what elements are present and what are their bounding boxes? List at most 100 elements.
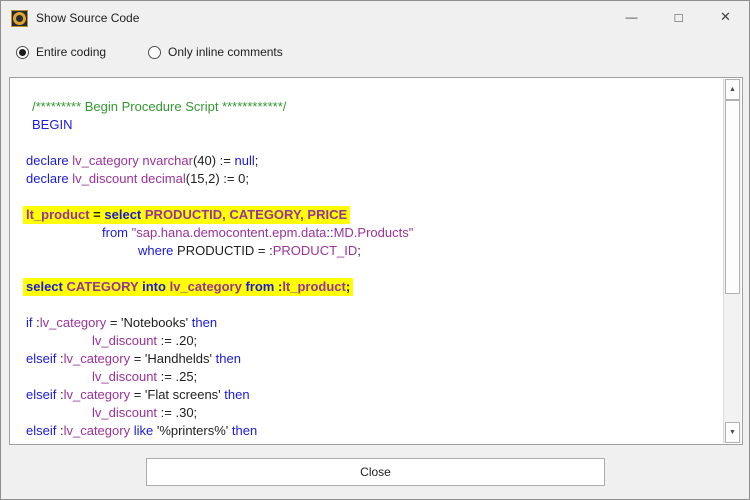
source-code-panel: /********* Begin Procedure Script ******… [9,77,743,445]
code-segment: PRODUCTID, CATEGORY, PRICE [145,207,347,222]
code-line [26,260,724,278]
scrollbar-thumb[interactable] [725,100,740,294]
code-line: lv_discount := .30; [26,404,724,422]
code-segment: from [245,279,274,294]
code-segment: select [104,207,141,222]
code-line: select CATEGORY into lv_category from :l… [26,278,724,296]
code-segment: : [56,387,63,402]
code-segment: = 'Notebooks' [106,315,192,330]
code-segment: MD.Products" [334,225,414,240]
code-segment: lv_discount [92,405,157,420]
code-segment: '%printers%' [153,423,232,438]
code-segment: : [56,351,63,366]
maximize-icon[interactable]: □ [655,1,702,33]
code-line: if :lv_category = 'Notebooks' then [26,314,724,332]
code-segment: elseif [26,423,56,438]
code-segment: lv_category [64,423,130,438]
scroll-down-icon[interactable]: ▼ [725,422,740,443]
code-segment: elseif [26,351,56,366]
code-segment: lv_discount [92,369,157,384]
code-segment: ; [255,153,259,168]
code-line: elseif :lv_category like '%printers%' th… [26,422,724,440]
code-segment: from [102,225,128,240]
code-segment: ; [346,279,350,294]
code-segment: then [224,387,249,402]
minimize-icon[interactable]: — [608,1,655,33]
code-segment: := .25; [157,369,197,384]
code-line: lt_product = select PRODUCTID, CATEGORY,… [26,206,724,224]
close-button[interactable]: Close [146,458,605,486]
code-segment: then [232,423,257,438]
code-line: elseif :lv_category = 'Handhelds' then [26,350,724,368]
highlighted-code: select CATEGORY into lv_category from :l… [23,278,353,296]
code-segment: (15,2) := 0; [186,171,249,186]
code-segment: into [142,279,166,294]
code-segment: lv_category [64,387,130,402]
radio-label-only-inline-comments: Only inline comments [168,45,283,59]
code-line: where PRODUCTID = :PRODUCT_ID; [26,242,724,260]
code-segment: = 'Flat screens' [130,387,224,402]
code-segment: := .30; [157,405,197,420]
code-segment: lv_category [170,279,242,294]
code-segment: elseif [26,387,56,402]
code-segment: CATEGORY [67,279,139,294]
code-line: declare lv_discount decimal(15,2) := 0; [26,170,724,188]
code-segment: : [33,315,40,330]
vertical-scrollbar[interactable]: ▲ ▼ [723,79,741,443]
radio-unselected-icon [148,46,161,59]
code-segment: := .20; [157,333,197,348]
window-controls: — □ ✕ [608,1,749,33]
app-logo-icon [11,10,28,27]
code-line: lv_discount := .20; [26,332,724,350]
code-line: lv_discount := .25; [26,368,724,386]
code-segment: ; [357,243,361,258]
code-segment: declare [26,171,69,186]
code-segment: nvarchar [142,153,193,168]
view-options: Entire coding Only inline comments [16,45,325,59]
code-segment: lv_discount [92,333,157,348]
code-line: BEGIN [26,116,724,134]
code-segment: PRODUCT_ID [273,243,358,258]
code-segment: PRODUCTID = : [173,243,272,258]
code-line [26,188,724,206]
code-line: elseif :lv_category = 'Flat screens' the… [26,386,724,404]
code-segment: declare [26,153,69,168]
code-line [26,296,724,314]
code-segment: (40) := [193,153,235,168]
code-segment: :: [326,225,333,240]
radio-only-inline-comments[interactable]: Only inline comments [148,45,283,59]
code-line: /********* Begin Procedure Script ******… [26,98,724,116]
code-segment: lv_discount [72,171,137,186]
code-segment: BEGIN [32,117,72,132]
code-segment: = 'Handhelds' [130,351,216,366]
code-segment: lv_category [72,153,138,168]
code-segment: null [235,153,255,168]
code-line: declare lv_category nvarchar(40) := null… [26,152,724,170]
code-segment: : [56,423,63,438]
scroll-up-icon[interactable]: ▲ [725,79,740,100]
code-segment: select [26,279,63,294]
app-logo-ring [13,12,26,25]
code-segment: decimal [141,171,186,186]
code-segment: then [192,315,217,330]
radio-selected-icon [16,46,29,59]
code-segment: lv_category [40,315,106,330]
show-source-code-dialog: Show Source Code — □ ✕ Entire coding Onl… [0,0,750,500]
code-segment: where [138,243,173,258]
titlebar: Show Source Code — □ ✕ [1,1,749,35]
code-segment: lt_product [26,207,90,222]
code-segment: lv_category [64,351,130,366]
code-lines: /********* Begin Procedure Script ******… [10,78,724,444]
highlighted-code: lt_product = select PRODUCTID, CATEGORY,… [23,206,350,224]
code-segment: then [216,351,241,366]
code-line [26,134,724,152]
code-segment: /********* Begin Procedure Script ******… [32,99,286,114]
code-segment: like [134,423,154,438]
radio-label-entire-coding: Entire coding [36,45,106,59]
close-icon[interactable]: ✕ [702,1,749,33]
window-title: Show Source Code [36,11,139,25]
code-line: from "sap.hana.democontent.epm.data::MD.… [26,224,724,242]
code-segment: = [90,207,105,222]
radio-entire-coding[interactable]: Entire coding [16,45,106,59]
code-segment: "sap.hana.democontent.epm.data [132,225,327,240]
